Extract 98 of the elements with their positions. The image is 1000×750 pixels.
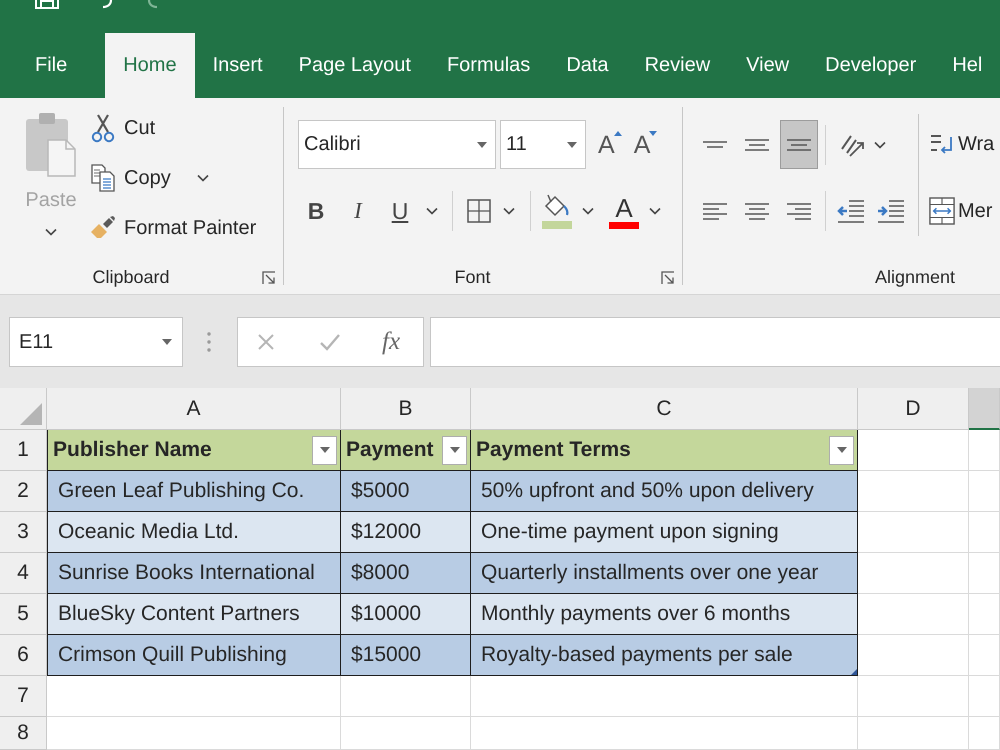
ribbon-tab[interactable]: Review [626, 33, 728, 98]
dialog-launcher-icon[interactable] [262, 270, 276, 284]
clipboard-icon [26, 113, 76, 177]
table-cell: $15000 [341, 635, 471, 676]
align-top-icon [703, 141, 727, 148]
chevron-down-icon[interactable] [426, 207, 438, 215]
row-header[interactable]: 4 [0, 553, 47, 594]
cut-button[interactable]: Cut [90, 111, 156, 145]
triangle-icon [20, 403, 42, 425]
group-label: Font [453, 267, 492, 288]
group-label: Clipboard [91, 267, 171, 288]
caret-down-icon [836, 447, 846, 453]
name-box[interactable]: E11 [9, 317, 183, 367]
borders-icon[interactable] [467, 199, 491, 223]
table-cell: Monthly payments over 6 months [471, 594, 858, 635]
insert-function-button[interactable]: fx [382, 328, 400, 356]
format-painter-button[interactable]: Format Painter [90, 211, 256, 245]
table-cell: One-time payment upon signing [471, 512, 858, 553]
ribbon-tab[interactable]: File [17, 33, 86, 98]
scissors-icon [90, 113, 116, 143]
ribbon-tab[interactable]: Home [105, 33, 195, 98]
chevron-down-icon[interactable] [503, 207, 515, 215]
chevron-down-icon[interactable] [196, 174, 209, 182]
row-header[interactable]: 8 [0, 717, 47, 750]
table-cell: $8000 [341, 553, 471, 594]
row-header[interactable]: 1 [0, 430, 47, 471]
align-bottom-icon [787, 138, 811, 150]
filter-button[interactable] [829, 436, 854, 464]
caret-down-icon[interactable] [567, 142, 577, 148]
caret-down-icon [649, 130, 658, 136]
font-name-dropdown[interactable]: Calibri [298, 120, 496, 169]
merge-cells-icon [929, 196, 955, 226]
ribbon-tab[interactable]: Data [548, 33, 627, 98]
column-title: Payment [346, 438, 434, 462]
row-header[interactable]: 5 [0, 594, 47, 635]
align-left-icon [703, 202, 727, 220]
chevron-down-icon[interactable] [874, 140, 886, 148]
caret-down-icon[interactable] [162, 339, 172, 345]
column-title: Publisher Name [53, 438, 212, 462]
copy-icon [90, 164, 116, 192]
caret-down-icon [320, 447, 330, 453]
ribbon-tab[interactable]: Formulas [428, 33, 548, 98]
ribbon-tab[interactable]: Insert [194, 33, 281, 98]
align-bottom-button[interactable] [780, 120, 818, 169]
caret-up-icon [614, 130, 622, 136]
font-color-button[interactable]: A [609, 193, 639, 229]
caret-down-icon[interactable] [477, 142, 487, 148]
caret-down-icon [450, 447, 460, 453]
table-cell: $10000 [341, 594, 471, 635]
column-header[interactable]: B [341, 388, 471, 430]
table-cell: Royalty-based payments per sale [471, 635, 858, 676]
table-cell: $5000 [341, 471, 471, 512]
table-cell: Oceanic Media Ltd. [47, 512, 341, 553]
ribbon-tab[interactable]: Page Layout [280, 33, 429, 98]
column-title: Payment Terms [476, 438, 631, 462]
formula-input[interactable] [430, 317, 1000, 367]
italic-button[interactable]: I [340, 193, 376, 229]
chevron-down-icon[interactable] [649, 207, 661, 215]
group-label: Alignment [874, 267, 956, 288]
table-cell: Sunrise Books International [47, 553, 341, 594]
table-cell: Crimson Quill Publishing [47, 635, 341, 676]
dialog-launcher-icon[interactable] [661, 270, 675, 284]
table-cell: $12000 [341, 512, 471, 553]
align-middle-icon [745, 138, 769, 150]
table-cell: Quarterly installments over one year [471, 553, 858, 594]
row-header[interactable]: 3 [0, 512, 47, 553]
paintbrush-icon [90, 215, 116, 241]
underline-button[interactable]: U [382, 193, 418, 229]
check-icon[interactable] [319, 332, 341, 352]
copy-button[interactable]: Copy [90, 161, 171, 195]
table-cell: 50% upfront and 50% upon delivery [471, 471, 858, 512]
fill-color-button[interactable] [542, 193, 572, 229]
column-header[interactable]: C [471, 388, 858, 430]
drag-handle-icon[interactable] [207, 331, 211, 353]
ribbon-tab[interactable]: Developer [807, 33, 934, 98]
font-size-dropdown[interactable]: 11 [500, 120, 586, 169]
filter-button[interactable] [442, 436, 467, 464]
paint-bucket-icon [542, 193, 572, 229]
column-header[interactable]: A [47, 388, 341, 430]
column-header[interactable]: D [858, 388, 969, 430]
align-right-icon [787, 202, 811, 220]
wrap-text-button[interactable]: Wra [929, 120, 994, 169]
grow-font-button[interactable]: A [598, 128, 622, 162]
column-header[interactable] [969, 388, 1000, 430]
row-header[interactable]: 7 [0, 676, 47, 717]
chevron-down-icon[interactable] [582, 207, 594, 215]
row-header[interactable]: 2 [0, 471, 47, 512]
align-center-icon [745, 202, 769, 220]
table-cell: BlueSky Content Partners [47, 594, 341, 635]
bold-button[interactable]: B [298, 193, 334, 229]
save-icon[interactable] [35, 0, 59, 9]
row-header[interactable]: 6 [0, 635, 47, 676]
merge-button[interactable]: Mer [929, 193, 994, 229]
shrink-font-button[interactable]: A [634, 128, 658, 162]
ribbon-tab[interactable]: Hel [934, 33, 1000, 98]
filter-button[interactable] [312, 436, 337, 464]
table-cell: Green Leaf Publishing Co. [47, 471, 341, 512]
ribbon-tab[interactable]: View [728, 33, 808, 98]
